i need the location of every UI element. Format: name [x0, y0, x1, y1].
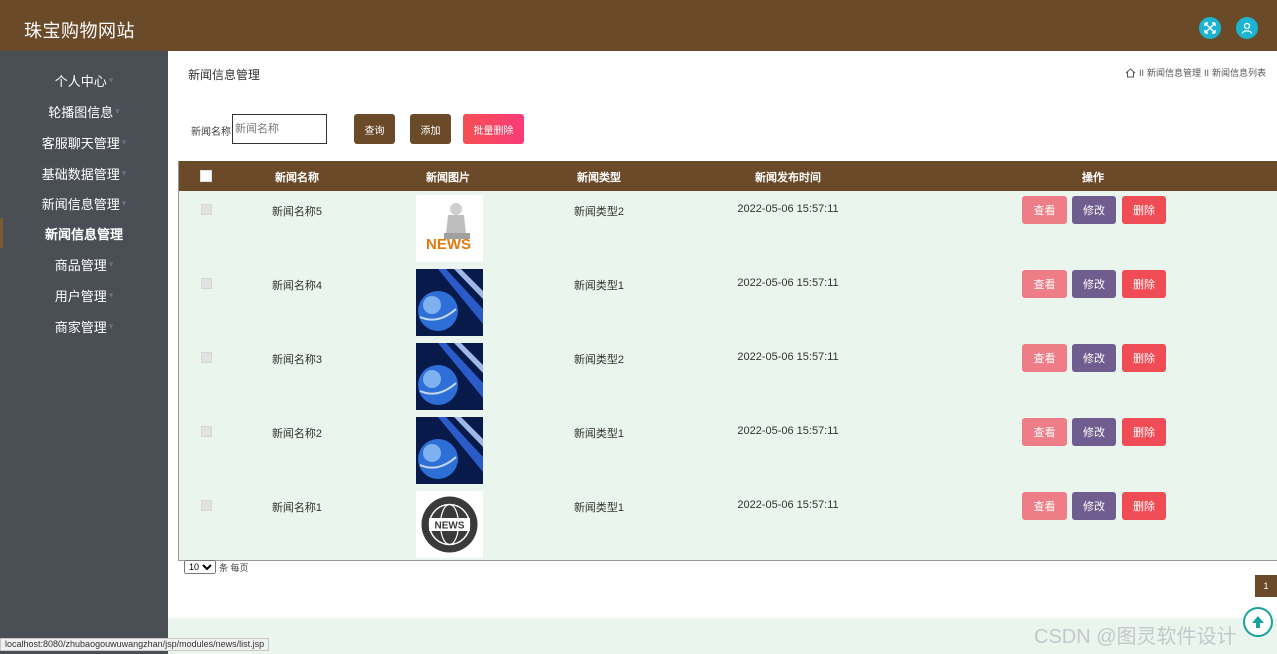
news-thumbnail: NEWS — [416, 195, 483, 262]
page-number-button[interactable]: 1 — [1255, 575, 1277, 597]
news-type: 新闻类型2 — [573, 206, 625, 218]
top-bar: 珠宝购物网站 — [0, 0, 1277, 51]
row-checkbox[interactable] — [201, 352, 212, 363]
sidebar-item-carousel[interactable]: 轮播图信息 ▾ — [0, 98, 168, 124]
breadcrumb-item[interactable]: 新闻信息管理 — [1147, 66, 1201, 79]
edit-button[interactable]: 修改 — [1072, 418, 1116, 446]
page-size-label: 条 每页 — [219, 562, 249, 573]
chevron-down-icon: ▾ — [108, 258, 114, 269]
column-header-type: 新闻类型 — [577, 172, 621, 184]
view-button[interactable]: 查看 — [1022, 418, 1067, 446]
row-checkbox[interactable] — [201, 278, 212, 289]
sidebar-item-products[interactable]: 商品管理 ▾ — [0, 251, 168, 277]
table-row: 新闻名称1 NEWS 新闻类型1 2022-05-06 15:57:11 查看 … — [179, 487, 1277, 561]
breadcrumb-separator: II — [1138, 67, 1144, 78]
column-header-name: 新闻名称 — [275, 172, 319, 184]
news-time: 2022-05-06 15:57:11 — [737, 499, 839, 511]
news-time: 2022-05-06 15:57:11 — [737, 277, 839, 289]
news-type: 新闻类型1 — [573, 280, 625, 292]
chevron-down-icon: ▾ — [121, 167, 127, 178]
fullscreen-icon[interactable] — [1199, 17, 1221, 39]
edit-button[interactable]: 修改 — [1072, 270, 1116, 298]
news-time: 2022-05-06 15:57:11 — [737, 351, 839, 363]
chevron-down-icon: ▾ — [108, 320, 114, 331]
watermark: CSDN @图灵软件设计 — [1034, 626, 1237, 648]
back-to-top-button[interactable] — [1243, 607, 1273, 637]
view-button[interactable]: 查看 — [1022, 196, 1067, 224]
view-button[interactable]: 查看 — [1022, 344, 1067, 372]
chevron-down-icon: ▾ — [108, 74, 114, 85]
sidebar: 个人中心 ▾ 轮播图信息 ▾ 客服聊天管理 ▾ 基础数据管理 ▾ 新闻信息管理 ▾ 新闻信… — [0, 51, 168, 654]
sidebar-item-news-management[interactable]: 新闻信息管理 — [0, 220, 168, 246]
sidebar-item-merchants[interactable]: 商家管理 ▾ — [0, 313, 168, 339]
row-checkbox[interactable] — [201, 204, 212, 215]
sidebar-item-users[interactable]: 用户管理 ▾ — [0, 282, 168, 308]
site-title: 珠宝购物网站 — [24, 21, 135, 41]
news-time: 2022-05-06 15:57:11 — [737, 203, 839, 215]
query-button[interactable]: 查询 — [354, 114, 395, 144]
news-name: 新闻名称2 — [271, 428, 323, 440]
breadcrumb: II 新闻信息管理 II 新闻信息列表 — [1125, 66, 1266, 79]
column-header-time: 新闻发布时间 — [755, 172, 821, 184]
chevron-down-icon: ▾ — [121, 197, 127, 208]
news-name: 新闻名称5 — [271, 206, 323, 218]
breadcrumb-item: 新闻信息列表 — [1211, 68, 1266, 78]
page-size-control: 10 条 每页 — [184, 560, 249, 574]
sidebar-item-news-group[interactable]: 新闻信息管理 ▾ — [0, 190, 168, 216]
table-row: 新闻名称2 新闻类型1 2022-05-06 15:57:11 查看 修改 删除 — [179, 413, 1277, 487]
delete-button[interactable]: 删除 — [1122, 418, 1166, 446]
sidebar-item-personal-center[interactable]: 个人中心 ▾ — [0, 67, 168, 93]
column-header-actions: 操作 — [1082, 172, 1104, 184]
delete-button[interactable]: 删除 — [1122, 196, 1166, 224]
news-thumbnail — [416, 343, 483, 410]
news-type: 新闻类型1 — [573, 428, 625, 440]
batch-delete-button[interactable]: 批量删除 — [463, 114, 524, 144]
column-header-image: 新闻图片 — [426, 172, 470, 184]
sidebar-item-base-data[interactable]: 基础数据管理 ▾ — [0, 160, 168, 186]
svg-text:NEWS: NEWS — [435, 521, 465, 532]
news-thumbnail: NEWS — [416, 491, 483, 558]
news-name: 新闻名称3 — [271, 354, 323, 366]
edit-button[interactable]: 修改 — [1072, 196, 1116, 224]
page-size-select[interactable]: 10 — [184, 560, 216, 574]
edit-button[interactable]: 修改 — [1072, 492, 1116, 520]
table-header: 新闻名称 新闻图片 新闻类型 新闻发布时间 操作 — [179, 161, 1277, 191]
edit-button[interactable]: 修改 — [1072, 344, 1116, 372]
delete-button[interactable]: 删除 — [1122, 270, 1166, 298]
home-icon[interactable] — [1125, 67, 1136, 78]
add-button[interactable]: 添加 — [410, 114, 451, 144]
chevron-down-icon: ▾ — [108, 289, 114, 300]
sidebar-item-customer-chat[interactable]: 客服聊天管理 ▾ — [0, 129, 168, 155]
row-checkbox[interactable] — [201, 426, 212, 437]
user-icon[interactable] — [1236, 17, 1258, 39]
view-button[interactable]: 查看 — [1022, 270, 1067, 298]
status-bar-url: localhost:8080/zhubaogouwuwangzhan/jsp/m… — [0, 638, 270, 651]
table-row: 新闻名称3 新闻类型2 2022-05-06 15:57:11 查看 修改 删除 — [179, 339, 1277, 413]
select-all-checkbox[interactable] — [200, 170, 212, 182]
table-row: 新闻名称5 NEWS 新闻类型2 2022-05-06 15:57:11 查看 … — [179, 191, 1277, 265]
breadcrumb-separator: II — [1203, 67, 1209, 78]
search-label: 新闻名称 — [191, 127, 231, 138]
news-thumbnail — [416, 417, 483, 484]
news-type: 新闻类型1 — [573, 502, 625, 514]
row-checkbox[interactable] — [201, 500, 212, 511]
search-input[interactable] — [232, 114, 327, 144]
news-name: 新闻名称4 — [271, 280, 323, 292]
chevron-down-icon: ▾ — [121, 136, 127, 147]
chevron-down-icon: ▾ — [115, 105, 120, 116]
view-button[interactable]: 查看 — [1022, 492, 1067, 520]
table-row: 新闻名称4 新闻类型1 2022-05-06 15:57:11 查看 修改 删除 — [179, 265, 1277, 339]
news-thumbnail — [416, 269, 483, 336]
page-title: 新闻信息管理 — [188, 68, 261, 82]
news-type: 新闻类型2 — [573, 354, 625, 366]
delete-button[interactable]: 删除 — [1122, 492, 1166, 520]
news-table: 新闻名称 新闻图片 新闻类型 新闻发布时间 操作 新闻名称5 NEWS 新闻类型… — [178, 161, 1277, 561]
delete-button[interactable]: 删除 — [1122, 344, 1166, 372]
svg-text:NEWS: NEWS — [426, 236, 471, 253]
news-name: 新闻名称1 — [271, 502, 323, 514]
arrow-up-icon — [1252, 616, 1264, 628]
news-time: 2022-05-06 15:57:11 — [737, 425, 839, 437]
